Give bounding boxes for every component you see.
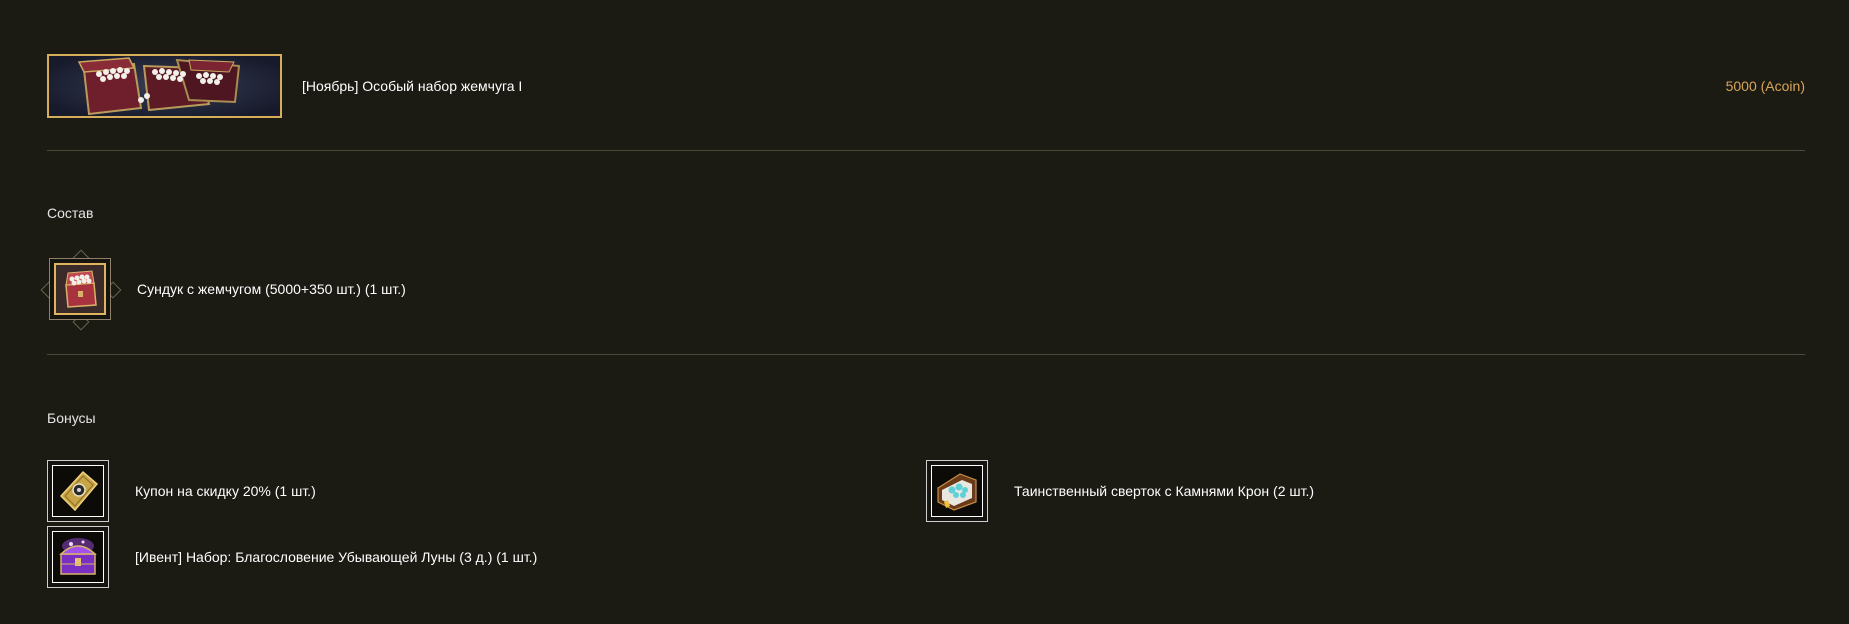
bonus-item[interactable]: Купон на скидку 20% (1 шт.) (47, 460, 316, 522)
crown-stones-bundle-icon (931, 465, 983, 517)
item-slot (47, 526, 109, 588)
bonuses-heading: Бонусы (47, 410, 96, 426)
bonus-item[interactable]: Таинственный сверток с Камнями Крон (2 ш… (926, 460, 1314, 522)
purple-chest-icon (52, 531, 104, 583)
slot-frame (40, 249, 122, 331)
item-label: Сундук с жемчугом (5000+350 шт.) (1 шт.) (137, 281, 406, 297)
discount-coupon-icon (52, 465, 104, 517)
package-title: [Ноябрь] Особый набор жемчуга I (302, 78, 523, 94)
composition-item[interactable]: Сундук с жемчугом (5000+350 шт.) (1 шт.) (40, 249, 406, 331)
item-slot (47, 460, 109, 522)
bonus-item[interactable]: [Ивент] Набор: Благословение Убывающей Л… (47, 526, 537, 588)
package-header: [Ноябрь] Особый набор жемчуга I 5000 (Ac… (47, 54, 1805, 118)
divider (47, 150, 1805, 151)
item-label: [Ивент] Набор: Благословение Убывающей Л… (135, 549, 538, 565)
item-slot (926, 460, 988, 522)
pearl-chest-icon (54, 263, 106, 315)
composition-heading: Состав (47, 205, 94, 221)
item-label: Таинственный сверток с Камнями Крон (2 ш… (1014, 483, 1315, 499)
shop-item-detail: [Ноябрь] Особый набор жемчуга I 5000 (Ac… (0, 0, 1849, 624)
item-label: Купон на скидку 20% (1 шт.) (135, 483, 316, 499)
pearl-chests-banner-icon (47, 54, 282, 118)
divider (47, 354, 1805, 355)
item-slot (49, 258, 111, 320)
package-price: 5000 (Acoin) (1725, 78, 1805, 94)
